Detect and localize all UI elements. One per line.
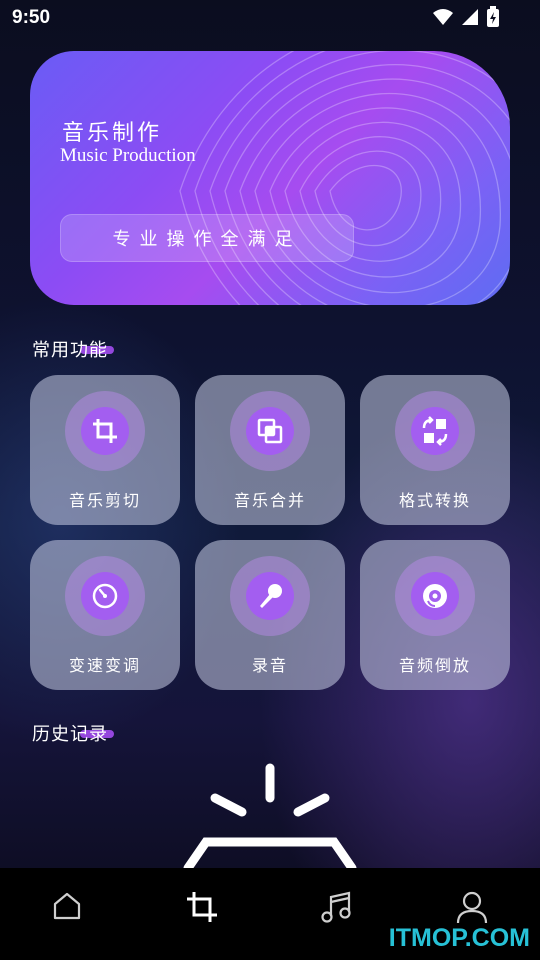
empty-history-illustration bbox=[183, 763, 357, 870]
icon-halo bbox=[395, 391, 475, 471]
music-production-banner[interactable]: 音乐制作 Music Production 专业操作全满足 bbox=[30, 51, 510, 305]
battery-icon bbox=[487, 6, 499, 27]
tool-label: 格式转换 bbox=[398, 491, 471, 510]
banner-action-button[interactable]: 专业操作全满足 bbox=[60, 214, 354, 262]
tool-record[interactable]: 录音 bbox=[195, 540, 345, 690]
crop-icon bbox=[93, 419, 117, 443]
icon-core bbox=[81, 572, 129, 620]
banner-title: 音乐制作 bbox=[62, 121, 163, 146]
tool-format-convert[interactable]: 格式转换 bbox=[360, 375, 510, 525]
icon-halo bbox=[230, 556, 310, 636]
music-note-icon bbox=[321, 891, 351, 923]
tool-label: 音乐合并 bbox=[233, 491, 306, 510]
icon-core bbox=[411, 572, 459, 620]
status-icons bbox=[432, 6, 500, 28]
banner-subtitle: Music Production bbox=[60, 145, 196, 166]
section-title-common: 常用功能 bbox=[32, 336, 114, 362]
home-icon bbox=[53, 892, 81, 920]
profile-icon bbox=[456, 891, 488, 924]
nav-music[interactable] bbox=[307, 890, 367, 940]
status-bar: 9:50 bbox=[0, 0, 540, 36]
icon-core bbox=[246, 572, 294, 620]
tool-label: 录音 bbox=[251, 656, 288, 675]
section-title-history: 历史记录 bbox=[32, 720, 114, 746]
speed-dial-icon bbox=[92, 583, 118, 609]
tool-audio-reverse[interactable]: 音频倒放 bbox=[360, 540, 510, 690]
watermark: ITMOP.COM bbox=[388, 924, 530, 952]
section-title-history-text: 历史记录 bbox=[32, 724, 108, 745]
nav-home[interactable] bbox=[37, 890, 97, 940]
icon-halo bbox=[65, 391, 145, 471]
signal-icon bbox=[462, 9, 478, 25]
icon-halo bbox=[395, 556, 475, 636]
tool-music-cut[interactable]: 音乐剪切 bbox=[30, 375, 180, 525]
nav-tools[interactable] bbox=[172, 890, 232, 940]
section-title-common-text: 常用功能 bbox=[32, 340, 108, 361]
tool-music-merge[interactable]: 音乐合并 bbox=[195, 375, 345, 525]
icon-halo bbox=[65, 556, 145, 636]
tool-speed-pitch[interactable]: 变速变调 bbox=[30, 540, 180, 690]
icon-core bbox=[411, 407, 459, 455]
contour-pattern bbox=[179, 51, 510, 305]
tool-label: 变速变调 bbox=[68, 656, 141, 675]
tool-label: 音乐剪切 bbox=[68, 491, 141, 510]
reverse-disc-icon bbox=[423, 584, 447, 608]
icon-halo bbox=[230, 391, 310, 471]
icon-core bbox=[246, 407, 294, 455]
crop-icon bbox=[187, 892, 217, 922]
tool-label: 音频倒放 bbox=[398, 656, 471, 675]
status-time: 9:50 bbox=[12, 7, 51, 28]
microphone-icon bbox=[260, 584, 282, 608]
convert-icon bbox=[422, 416, 448, 446]
wifi-icon bbox=[433, 9, 453, 25]
merge-icon bbox=[257, 418, 283, 444]
icon-core bbox=[81, 407, 129, 455]
